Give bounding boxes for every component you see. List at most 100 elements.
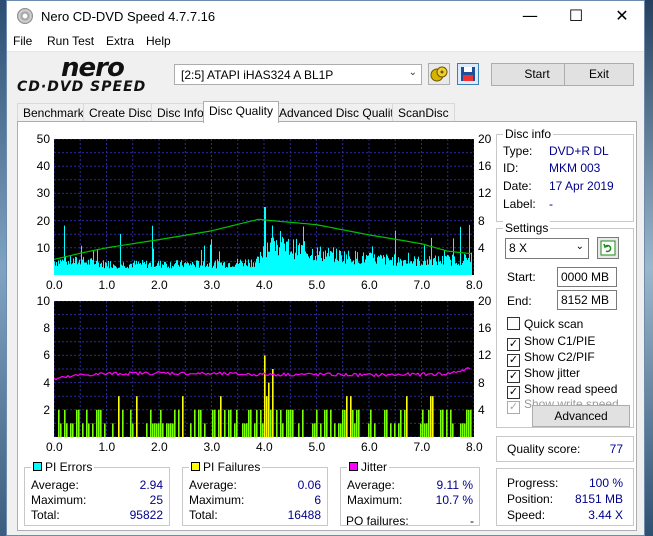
x-axis-tick-label: 3.0 xyxy=(203,440,221,454)
pi-errors-chart xyxy=(54,139,474,275)
drive-info-button[interactable] xyxy=(428,63,450,85)
maximize-button[interactable]: ☐ xyxy=(553,1,599,32)
tab-disc-quality[interactable]: Disc Quality xyxy=(203,101,280,123)
close-button[interactable]: ✕ xyxy=(599,1,645,32)
y-right-tick-label: 20 xyxy=(478,132,492,146)
start-input[interactable]: 0000 MB xyxy=(557,267,617,287)
pi-errors-swatch xyxy=(33,462,42,471)
y-left-tick-label: 6 xyxy=(43,348,50,363)
pi-failure-bar xyxy=(264,355,266,437)
pi-failure-bar xyxy=(88,423,90,437)
menu-help[interactable]: Help xyxy=(146,34,171,48)
exit-button[interactable]: Exit xyxy=(564,63,634,86)
pi-failure-bar xyxy=(150,409,152,437)
pi-failure-bar xyxy=(204,423,206,437)
pi-failure-bar xyxy=(420,423,422,437)
pi-failure-bar xyxy=(60,423,62,437)
title-bar: Nero CD-DVD Speed 4.7.7.16 — ☐ ✕ xyxy=(7,1,644,32)
speed-select[interactable]: 8 X ⌄ xyxy=(505,238,589,259)
quality-score-box: Quality score: 77 xyxy=(496,436,634,462)
pi-failure-bar xyxy=(340,423,342,437)
menu-file[interactable]: File xyxy=(13,34,32,48)
y-right-tick-label: 4 xyxy=(478,240,485,255)
quality-score-value: 77 xyxy=(609,442,623,456)
pi-failure-bar xyxy=(158,423,160,437)
pi-errors-legend: PI Errors xyxy=(31,460,95,474)
pi-failure-bar xyxy=(172,423,174,437)
menu-extra[interactable]: Extra xyxy=(106,34,134,48)
pi-failure-bar xyxy=(122,409,124,437)
show-jitter-checkbox[interactable]: ✓ Show jitter xyxy=(507,366,580,383)
quick-scan-checkbox[interactable]: Quick scan xyxy=(507,317,583,331)
pi-failure-bar xyxy=(394,423,396,437)
y-left-tick-label: 50 xyxy=(36,132,50,146)
desktop-background-right xyxy=(645,0,653,536)
pi-failure-bar xyxy=(358,409,360,437)
y-right-tick-label: 16 xyxy=(478,159,492,174)
pi-failure-bar xyxy=(302,409,304,437)
pi-failure-bar xyxy=(82,423,84,437)
settings-group: Settings 8 X ⌄ Start: 0000 MB End: 8152 … xyxy=(496,221,634,428)
pi-failure-bar xyxy=(174,409,176,437)
chevron-down-icon: ⌄ xyxy=(575,241,584,252)
x-axis-tick-label: 1.0 xyxy=(98,440,116,454)
pi-failure-bar xyxy=(168,423,170,437)
refresh-speed-button[interactable] xyxy=(597,237,619,259)
pi-failure-bar xyxy=(354,423,356,437)
pi-failure-bar xyxy=(72,423,74,437)
pi-failure-bar xyxy=(262,423,264,437)
pi-failure-bar xyxy=(346,396,348,437)
pi-failure-bar xyxy=(178,409,180,437)
jitter-swatch xyxy=(349,462,358,471)
drive-select[interactable]: [2:5] ATAPI iHAS324 A BL1P ⌄ xyxy=(174,64,422,85)
x-axis-tick-label: 8.0 xyxy=(466,278,483,292)
x-axis-tick-label: 6.0 xyxy=(361,440,378,454)
show-c1pie-checkbox[interactable]: ✓ Show C1/PIE xyxy=(507,334,595,351)
pi-failure-bar xyxy=(280,409,282,437)
menu-run-test[interactable]: Run Test xyxy=(47,34,94,48)
pi-failures-chart xyxy=(54,301,474,437)
advanced-button[interactable]: Advanced xyxy=(532,405,630,427)
pi-failure-bar xyxy=(64,409,66,437)
show-read-speed-label: Show read speed xyxy=(524,382,618,396)
jitter-legend: Jitter xyxy=(347,460,390,474)
pi-failure-bar xyxy=(470,409,472,437)
drive-select-value: [2:5] ATAPI iHAS324 A BL1P xyxy=(181,68,334,82)
logo-cddvd-text: CD·DVD SPEED xyxy=(17,79,147,95)
pi-failure-bar xyxy=(426,423,428,437)
pi-failure-bar xyxy=(182,396,184,437)
quick-scan-label: Quick scan xyxy=(524,317,584,331)
pi-failure-bar xyxy=(272,369,274,437)
pi-failure-bar xyxy=(292,409,294,437)
pi-failure-bar xyxy=(466,409,468,437)
pi-failure-bar xyxy=(312,423,314,437)
end-input[interactable]: 8152 MB xyxy=(557,290,617,310)
pi-failure-bar xyxy=(194,409,196,437)
pi-failure-bar xyxy=(234,423,236,437)
quality-score-label: Quality score: xyxy=(507,442,581,456)
pi-failure-bar xyxy=(316,409,318,437)
pi-failure-bar xyxy=(200,409,202,437)
tab-scandisc[interactable]: ScanDisc xyxy=(392,103,455,122)
pi-failure-bar xyxy=(314,423,316,437)
jitter-maximum-value: 10.7 % xyxy=(435,493,473,507)
x-axis-tick-label: 7.0 xyxy=(413,278,431,292)
tab-benchmark[interactable]: Benchmark xyxy=(17,103,90,122)
tab-create-disc[interactable]: Create Disc xyxy=(83,103,158,122)
progress-value: 100 % xyxy=(588,476,623,490)
jitter-legend-label: Jitter xyxy=(361,460,388,474)
pi-failure-bar xyxy=(260,409,262,437)
minimize-button[interactable]: — xyxy=(507,1,553,32)
y-right-tick-label: 12 xyxy=(478,348,492,363)
pi-failure-bar xyxy=(338,423,340,437)
tab-disc-info[interactable]: Disc Info xyxy=(151,103,210,122)
x-axis-tick-label: 1.0 xyxy=(98,278,116,292)
pi-failure-bar xyxy=(162,423,164,437)
speed-label: Speed: xyxy=(507,508,546,522)
pi-failure-bar xyxy=(450,409,452,437)
tab-advanced-disc-quality[interactable]: Advanced Disc Quality xyxy=(273,103,406,122)
pi-failure-bar xyxy=(170,423,172,437)
jitter-average-value: 9.11 % xyxy=(436,478,473,492)
show-c2pif-checkbox[interactable]: ✓ Show C2/PIF xyxy=(507,350,595,367)
save-button[interactable] xyxy=(457,63,479,85)
